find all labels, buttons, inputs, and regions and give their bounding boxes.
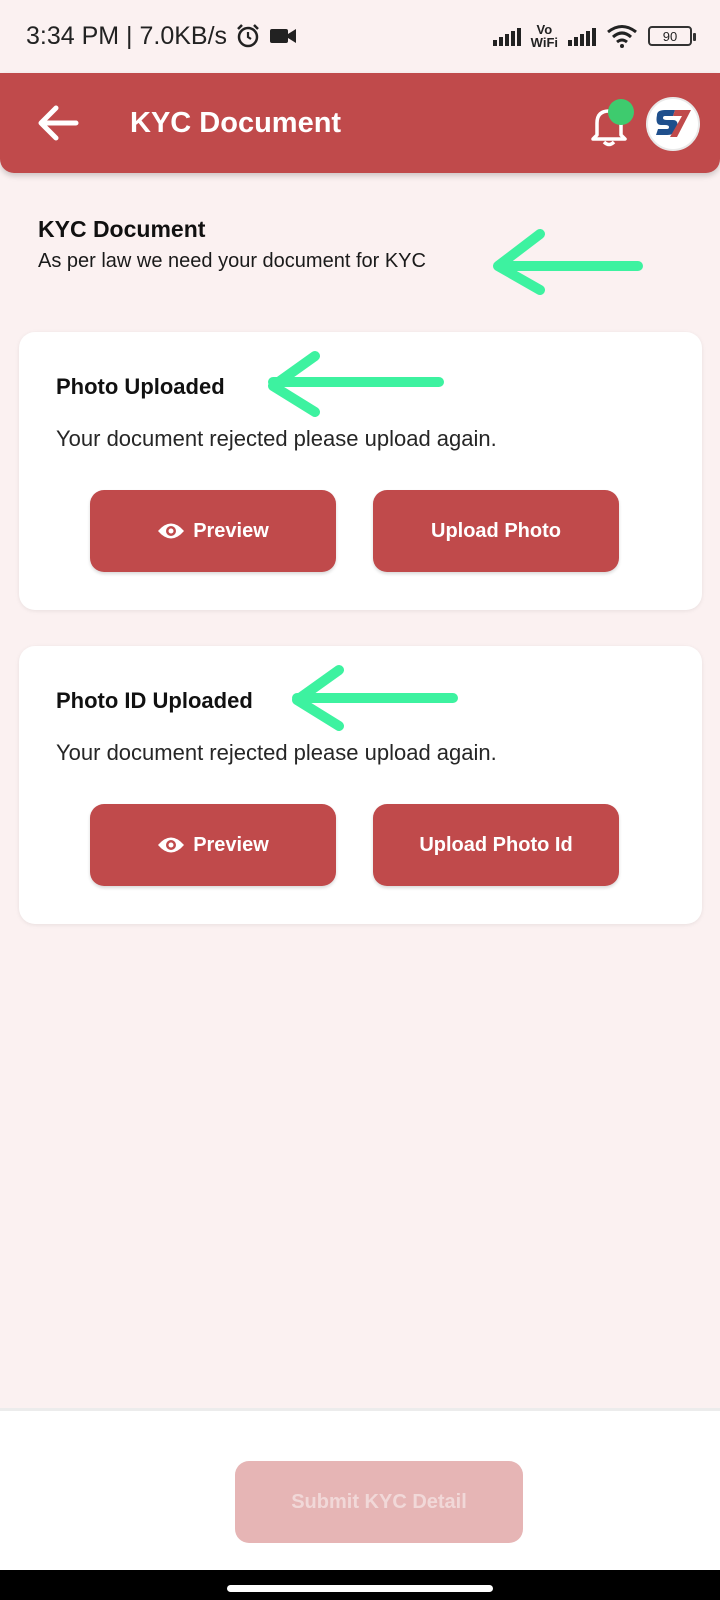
- preview-button[interactable]: Preview: [90, 490, 336, 572]
- s7-logo-icon: [656, 110, 691, 137]
- signal-icon-2: [568, 26, 596, 46]
- battery-icon: 90: [648, 26, 696, 46]
- submit-kyc-label: Submit KYC Detail: [291, 1490, 467, 1513]
- upload-photo-id-label: Upload Photo Id: [419, 833, 573, 856]
- bottom-panel: Submit KYC Detail: [0, 1408, 720, 1570]
- wifi-icon: [607, 25, 637, 48]
- status-bar: 3:34 PM | 7.0KB/s Vo WiFi 90: [0, 0, 720, 72]
- alarm-icon: [237, 24, 259, 48]
- app-bar: KYC Document: [0, 73, 720, 173]
- eye-icon: [158, 523, 185, 539]
- upload-photo-button[interactable]: Upload Photo: [373, 490, 619, 572]
- status-right: Vo WiFi 90: [492, 23, 696, 49]
- upload-photo-label: Upload Photo: [431, 519, 561, 542]
- annotation-arrow-icon: [292, 665, 458, 731]
- preview-label: Preview: [193, 519, 269, 542]
- preview-button[interactable]: Preview: [90, 804, 336, 886]
- submit-kyc-button[interactable]: Submit KYC Detail: [235, 1461, 523, 1543]
- photo-id-card: Photo ID Uploaded Your document rejected…: [19, 646, 702, 924]
- video-camera-icon: [270, 29, 297, 43]
- annotation-arrow-icon: [493, 229, 643, 295]
- card-message: Your document rejected please upload aga…: [56, 426, 497, 451]
- back-arrow-icon[interactable]: [36, 103, 80, 143]
- card-title: Photo Uploaded: [56, 374, 225, 399]
- vowifi-icon: Vo WiFi: [531, 23, 558, 49]
- status-left: 3:34 PM | 7.0KB/s: [26, 22, 297, 51]
- photo-card: Photo Uploaded Your document rejected pl…: [19, 332, 702, 610]
- upload-photo-id-button[interactable]: Upload Photo Id: [373, 804, 619, 886]
- battery-level: 90: [662, 28, 678, 44]
- card-title: Photo ID Uploaded: [56, 688, 253, 713]
- card-message: Your document rejected please upload aga…: [56, 740, 497, 765]
- home-indicator[interactable]: [227, 1585, 493, 1592]
- page-title: KYC Document: [38, 216, 206, 242]
- preview-label: Preview: [193, 833, 269, 856]
- eye-icon: [158, 837, 185, 853]
- signal-icon: [492, 26, 521, 46]
- notification-dot: [608, 99, 634, 125]
- page-subtitle: As per law we need your document for KYC: [38, 250, 426, 272]
- app-bar-title: KYC Document: [130, 107, 342, 139]
- vowifi-bottom: WiFi: [530, 35, 558, 50]
- annotation-arrow-icon: [268, 351, 444, 417]
- avatar[interactable]: [646, 97, 700, 151]
- status-time-speed: 3:34 PM | 7.0KB/s: [26, 21, 228, 50]
